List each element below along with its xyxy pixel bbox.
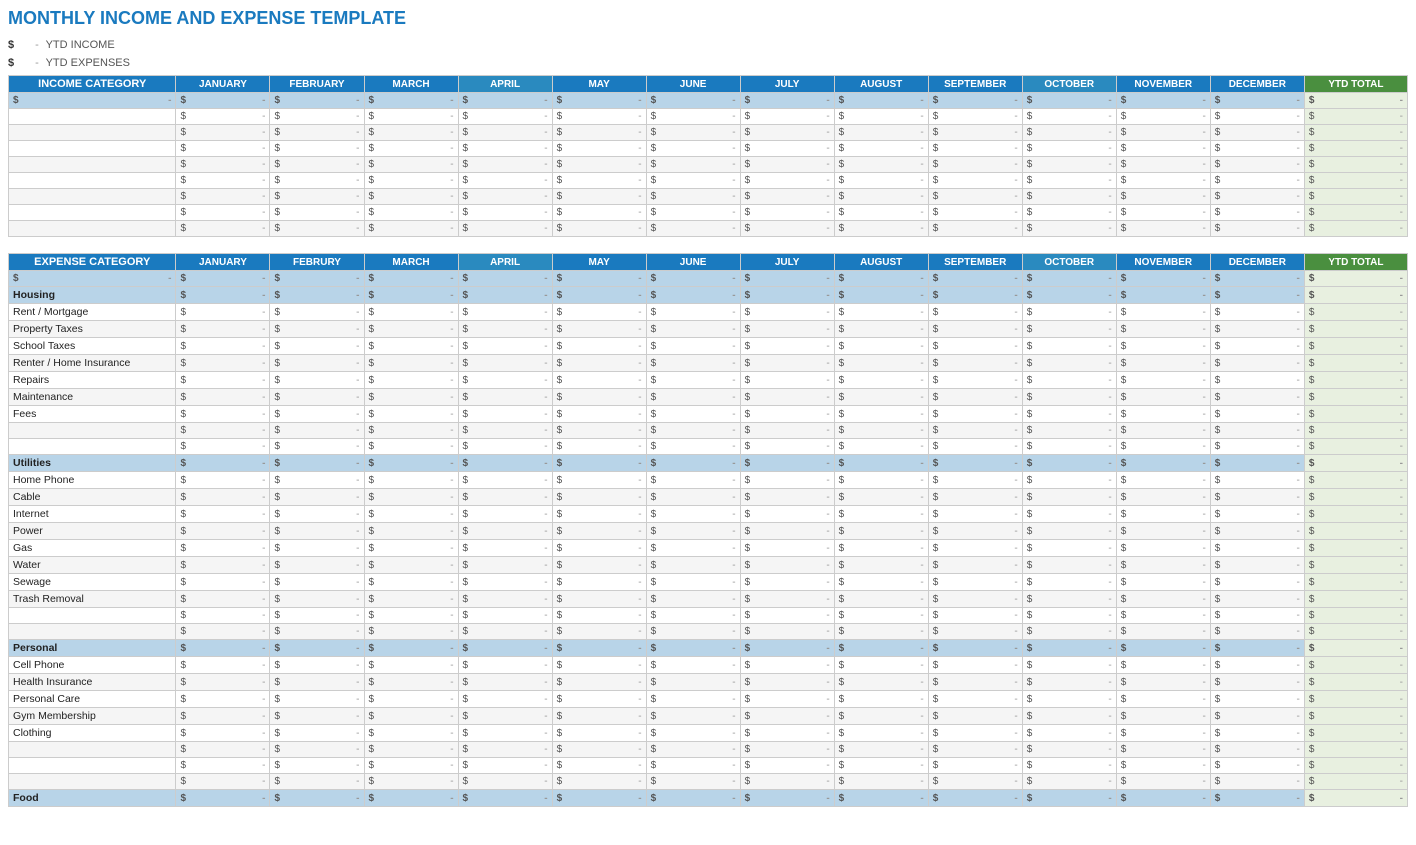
expense-category-header: EXPENSE CATEGORY (9, 254, 176, 271)
table-row: $ -$ -$ -$ -$ -$ -$ -$ -$ -$ -$ -$ -$ - (9, 774, 1408, 790)
expense-section: EXPENSE CATEGORY JANUARY FEBRURY MARCH A… (8, 253, 1408, 807)
exp-th-may: MAY (552, 254, 646, 271)
income-subtotal-sep: $- (928, 93, 1022, 109)
exp-th-august: AUGUST (834, 254, 928, 271)
th-february: FEBRUARY (270, 76, 364, 93)
table-row: Clothing$ -$ -$ -$ -$ -$ -$ -$ -$ -$ -$ … (9, 725, 1408, 742)
table-row: Water$ -$ -$ -$ -$ -$ -$ -$ -$ -$ -$ -$ … (9, 557, 1408, 574)
table-row: Property Taxes$ -$ -$ -$ -$ -$ -$ -$ -$ … (9, 321, 1408, 338)
income-subtotal-ytd: $- (1304, 93, 1407, 109)
th-july: JULY (740, 76, 834, 93)
table-row: $ -$ -$ -$ -$ -$ -$ -$ -$ -$ -$ -$ -$ - (9, 221, 1408, 237)
table-row: $ -$ -$ -$ -$ -$ -$ -$ -$ -$ -$ -$ -$ - (9, 624, 1408, 640)
exp-th-october: OctobeR (1022, 254, 1116, 271)
table-row: Maintenance$ -$ -$ -$ -$ -$ -$ -$ -$ -$ … (9, 389, 1408, 406)
table-row: Cell Phone$ -$ -$ -$ -$ -$ -$ -$ -$ -$ -… (9, 657, 1408, 674)
table-row: Health Insurance$ -$ -$ -$ -$ -$ -$ -$ -… (9, 674, 1408, 691)
th-september: SEPTEMBER (928, 76, 1022, 93)
table-row: Cable$ -$ -$ -$ -$ -$ -$ -$ -$ -$ -$ -$ … (9, 489, 1408, 506)
table-row: $ -$ -$ -$ -$ -$ -$ -$ -$ -$ -$ -$ -$ - (9, 758, 1408, 774)
table-row: Gas$ -$ -$ -$ -$ -$ -$ -$ -$ -$ -$ -$ -$… (9, 540, 1408, 557)
table-row: $ -$ -$ -$ -$ -$ -$ -$ -$ -$ -$ -$ -$ - (9, 157, 1408, 173)
table-row: Trash Removal$ -$ -$ -$ -$ -$ -$ -$ -$ -… (9, 591, 1408, 608)
income-subtotal-jun: $- (646, 93, 740, 109)
expense-subtotal-row: $- $- $- $- $- $- $- $- $- $- $- $- $- $… (9, 271, 1408, 287)
table-row: Home Phone$ -$ -$ -$ -$ -$ -$ -$ -$ -$ -… (9, 472, 1408, 489)
income-section: INCOME CATEGORY JANUARY FEBRUARY MARCH A… (8, 75, 1408, 237)
th-may: MAY (552, 76, 646, 93)
table-row: $ -$ -$ -$ -$ -$ -$ -$ -$ -$ -$ -$ -$ - (9, 608, 1408, 624)
income-subtotal-dec: $- (1210, 93, 1304, 109)
table-row: $ -$ -$ -$ -$ -$ -$ -$ -$ -$ -$ -$ -$ - (9, 173, 1408, 189)
table-row: $ -$ -$ -$ -$ -$ -$ -$ -$ -$ -$ -$ -$ - (9, 439, 1408, 455)
income-subtotal-apr: $- (458, 93, 552, 109)
th-november: NOVEMBER (1116, 76, 1210, 93)
table-row: $ -$ -$ -$ -$ -$ -$ -$ -$ -$ -$ -$ -$ - (9, 109, 1408, 125)
table-row: Repairs$ -$ -$ -$ -$ -$ -$ -$ -$ -$ -$ -… (9, 372, 1408, 389)
table-row: Renter / Home Insurance$ -$ -$ -$ -$ -$ … (9, 355, 1408, 372)
th-december: DECEMBER (1210, 76, 1304, 93)
ytd-income-summary: $ - YTD INCOME (8, 39, 1408, 51)
exp-subtotal-cat: $- (9, 271, 176, 287)
income-subtotal-jan: $- (176, 93, 270, 109)
page-title: MONTHLY INCOME AND EXPENSE TEMPLATE (8, 8, 1408, 29)
income-table: INCOME CATEGORY JANUARY FEBRUARY MARCH A… (8, 75, 1408, 237)
income-subtotal-nov: $- (1116, 93, 1210, 109)
exp-th-ytd-total: YTD TOTAL (1304, 254, 1407, 271)
income-category-header: INCOME CATEGORY (9, 76, 176, 93)
exp-th-january: JANUARY (176, 254, 270, 271)
table-row: Rent / Mortgage$ -$ -$ -$ -$ -$ -$ -$ -$… (9, 304, 1408, 321)
income-subtotal-feb: $- (270, 93, 364, 109)
table-row: $ -$ -$ -$ -$ -$ -$ -$ -$ -$ -$ -$ -$ - (9, 205, 1408, 221)
table-row: $ -$ -$ -$ -$ -$ -$ -$ -$ -$ -$ -$ -$ - (9, 742, 1408, 758)
ytd-expenses-summary: $ - YTD EXPENSES (8, 57, 1408, 69)
income-subtotal-jul: $- (740, 93, 834, 109)
th-april: APrIL (458, 76, 552, 93)
section-header-row: Food$ -$ -$ -$ -$ -$ -$ -$ -$ -$ -$ -$ -… (9, 790, 1408, 807)
table-row: Power$ -$ -$ -$ -$ -$ -$ -$ -$ -$ -$ -$ … (9, 523, 1408, 540)
income-subtotal-aug: $- (834, 93, 928, 109)
exp-th-march: MARCH (364, 254, 458, 271)
th-october: October (1022, 76, 1116, 93)
table-row: Gym Membership$ -$ -$ -$ -$ -$ -$ -$ -$ … (9, 708, 1408, 725)
exp-th-february: FEBRURY (270, 254, 364, 271)
income-subtotal-mar: $- (364, 93, 458, 109)
th-january: JANUARY (176, 76, 270, 93)
table-row: $ -$ -$ -$ -$ -$ -$ -$ -$ -$ -$ -$ -$ - (9, 125, 1408, 141)
section-header-row: Housing$ -$ -$ -$ -$ -$ -$ -$ -$ -$ -$ -… (9, 287, 1408, 304)
th-march: MARCH (364, 76, 458, 93)
exp-th-april: APrIL (458, 254, 552, 271)
income-subtotal-row: $ - $- $- $- $- $- $- $- $- $- $- $- $- … (9, 93, 1408, 109)
th-june: JUNE (646, 76, 740, 93)
th-august: AUGUST (834, 76, 928, 93)
table-row: School Taxes$ -$ -$ -$ -$ -$ -$ -$ -$ -$… (9, 338, 1408, 355)
table-row: $ -$ -$ -$ -$ -$ -$ -$ -$ -$ -$ -$ -$ - (9, 141, 1408, 157)
income-subtotal-oct: $- (1022, 93, 1116, 109)
table-row: $ -$ -$ -$ -$ -$ -$ -$ -$ -$ -$ -$ -$ - (9, 189, 1408, 205)
income-subtotal-category: $ - (9, 93, 176, 109)
exp-th-december: DECEMBER (1210, 254, 1304, 271)
section-header-row: Utilities$ -$ -$ -$ -$ -$ -$ -$ -$ -$ -$… (9, 455, 1408, 472)
section-header-row: Personal$ -$ -$ -$ -$ -$ -$ -$ -$ -$ -$ … (9, 640, 1408, 657)
table-row: Sewage$ -$ -$ -$ -$ -$ -$ -$ -$ -$ -$ -$… (9, 574, 1408, 591)
table-row: Personal Care$ -$ -$ -$ -$ -$ -$ -$ -$ -… (9, 691, 1408, 708)
table-row: $ -$ -$ -$ -$ -$ -$ -$ -$ -$ -$ -$ -$ - (9, 423, 1408, 439)
income-subtotal-may: $- (552, 93, 646, 109)
exp-th-july: JULY (740, 254, 834, 271)
table-row: Fees$ -$ -$ -$ -$ -$ -$ -$ -$ -$ -$ -$ -… (9, 406, 1408, 423)
table-row: Internet$ -$ -$ -$ -$ -$ -$ -$ -$ -$ -$ … (9, 506, 1408, 523)
exp-th-june: JUNE (646, 254, 740, 271)
exp-th-september: SEPTEMBER (928, 254, 1022, 271)
exp-th-november: NOVEMBER (1116, 254, 1210, 271)
expense-table: EXPENSE CATEGORY JANUARY FEBRURY MARCH A… (8, 253, 1408, 807)
th-ytd-total: YTD TOTAL (1304, 76, 1407, 93)
